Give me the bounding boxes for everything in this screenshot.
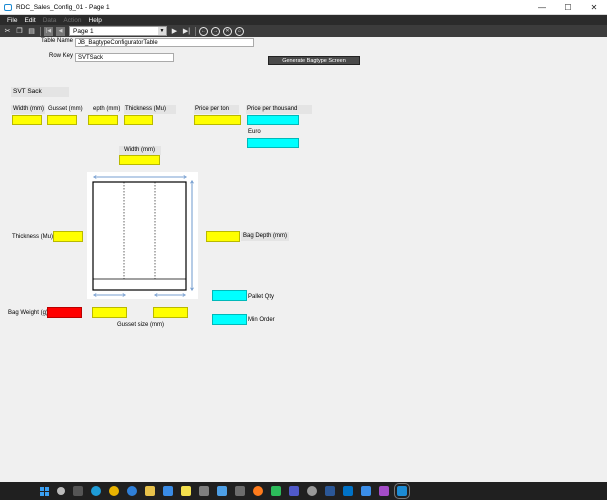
search-icon[interactable] bbox=[57, 487, 65, 495]
app-icon[interactable] bbox=[217, 486, 227, 496]
rdc-app-icon[interactable] bbox=[394, 483, 410, 499]
menu-data[interactable]: Data bbox=[43, 17, 57, 24]
toolbar-separator bbox=[195, 26, 196, 36]
col-price-thousand-label: Price per thousand bbox=[247, 106, 298, 112]
gusset-left-input[interactable] bbox=[92, 307, 127, 318]
price-per-thousand-output bbox=[247, 115, 299, 125]
chrome-icon[interactable] bbox=[109, 486, 119, 496]
next-page-icon[interactable]: ▶ bbox=[170, 27, 179, 36]
menu-bar: File Edit Data Action Help bbox=[0, 15, 607, 25]
app-icon-2[interactable] bbox=[235, 486, 245, 496]
bag-depth-label: Bag Depth (mm) bbox=[243, 233, 288, 239]
home-icon[interactable]: ⌂ bbox=[235, 26, 244, 36]
last-page-icon[interactable]: ▶| bbox=[182, 27, 191, 36]
menu-action[interactable]: Action bbox=[63, 17, 81, 24]
music-icon[interactable] bbox=[379, 486, 389, 496]
col-price-ton-label: Price per ton bbox=[195, 106, 230, 112]
chevron-down-icon[interactable]: ▼ bbox=[158, 27, 166, 35]
diagram-width-label: Width (mm) bbox=[124, 147, 155, 153]
width-input[interactable] bbox=[12, 115, 42, 125]
gusset-input[interactable] bbox=[47, 115, 77, 125]
maximize-button[interactable]: ☐ bbox=[555, 0, 581, 15]
windows-start-icon[interactable] bbox=[40, 486, 49, 496]
col-gusset-label: Gusset (mm) bbox=[48, 106, 83, 112]
minimize-button[interactable]: — bbox=[529, 0, 555, 15]
bag-outline bbox=[92, 181, 187, 291]
vpn-icon[interactable] bbox=[271, 486, 281, 496]
app-icon bbox=[4, 3, 12, 11]
toolbar: ✂ ❐ ▤ |◀ ◀ Page 1 ▼ ▶ ▶| ← → ✕ ⌂ bbox=[0, 25, 607, 37]
bag-weight-output bbox=[47, 307, 82, 318]
min-order-label: Min Order bbox=[248, 317, 275, 323]
task-view-icon[interactable] bbox=[73, 486, 83, 496]
menu-edit[interactable]: Edit bbox=[24, 17, 35, 24]
window-title: RDC_Sales_Config_01 - Page 1 bbox=[16, 3, 110, 11]
word-icon[interactable] bbox=[325, 486, 335, 496]
col-thickness-label: Thickness (Mu) bbox=[125, 106, 167, 112]
copy-icon[interactable]: ❐ bbox=[15, 27, 24, 36]
taskbar bbox=[0, 482, 607, 500]
gusset-size-label: Gusset size (mm) bbox=[117, 322, 165, 328]
paste-icon[interactable]: ▤ bbox=[27, 27, 36, 36]
col-depth-label: epth (mm) bbox=[93, 106, 121, 112]
page-select[interactable]: Page 1 ▼ bbox=[69, 26, 167, 36]
section-title: SVT Sack bbox=[13, 88, 42, 95]
file-explorer-icon[interactable] bbox=[145, 486, 155, 496]
row-key-field[interactable]: SVTSack bbox=[75, 53, 174, 62]
pallet-qty-label: Pallet Qty bbox=[248, 294, 275, 300]
diagram-thickness-input[interactable] bbox=[53, 231, 83, 242]
col-width-label: Width (mm) bbox=[13, 106, 44, 112]
min-order-output bbox=[212, 314, 247, 325]
thickness-input[interactable] bbox=[124, 115, 153, 125]
bag-diagram bbox=[87, 172, 198, 299]
calendar-icon[interactable] bbox=[361, 486, 371, 496]
forward-icon[interactable]: → bbox=[211, 26, 220, 36]
page-select-value: Page 1 bbox=[73, 27, 94, 35]
thickness-label: Thickness (Mu) bbox=[12, 234, 54, 240]
euro-output bbox=[247, 138, 299, 148]
notes-icon[interactable] bbox=[181, 486, 191, 496]
maps-icon[interactable] bbox=[127, 486, 137, 496]
edge-icon[interactable] bbox=[91, 486, 101, 496]
pallet-qty-output bbox=[212, 290, 247, 301]
app-icon-3[interactable] bbox=[307, 486, 317, 496]
first-page-icon[interactable]: |◀ bbox=[44, 26, 53, 36]
firefox-icon[interactable] bbox=[253, 486, 263, 496]
price-per-ton-input[interactable] bbox=[194, 115, 241, 125]
prev-page-icon[interactable]: ◀ bbox=[56, 26, 65, 36]
menu-file[interactable]: File bbox=[7, 17, 17, 24]
teams-icon[interactable] bbox=[289, 486, 299, 496]
generate-bagtype-button[interactable]: Generate Bagtype Screen bbox=[268, 56, 360, 65]
depth-input[interactable] bbox=[88, 115, 118, 125]
close-button[interactable]: ✕ bbox=[581, 0, 607, 15]
bag-weight-label: Bag Weight (g) bbox=[8, 310, 48, 316]
menu-help[interactable]: Help bbox=[89, 17, 102, 24]
table-name-label: Table Name bbox=[41, 38, 74, 44]
window-controls: — ☐ ✕ bbox=[529, 0, 607, 15]
outlook-icon[interactable] bbox=[343, 486, 353, 496]
title-bar: RDC_Sales_Config_01 - Page 1 — ☐ ✕ bbox=[0, 0, 607, 15]
row-key-label: Row Key bbox=[49, 53, 74, 59]
bag-depth-input[interactable] bbox=[206, 231, 240, 242]
files-icon[interactable] bbox=[199, 486, 209, 496]
gusset-right-input[interactable] bbox=[153, 307, 188, 318]
euro-label: Euro bbox=[248, 129, 261, 135]
cut-icon[interactable]: ✂ bbox=[3, 27, 12, 36]
store-icon[interactable] bbox=[163, 486, 173, 496]
diagram-width-input[interactable] bbox=[119, 155, 160, 165]
toolbar-separator bbox=[40, 26, 41, 36]
bag-diagram-svg bbox=[92, 172, 198, 299]
stop-icon[interactable]: ✕ bbox=[223, 26, 232, 36]
table-name-field[interactable]: JB_BagtypeConfiguratorTable bbox=[75, 38, 254, 47]
back-icon[interactable]: ← bbox=[199, 26, 208, 36]
